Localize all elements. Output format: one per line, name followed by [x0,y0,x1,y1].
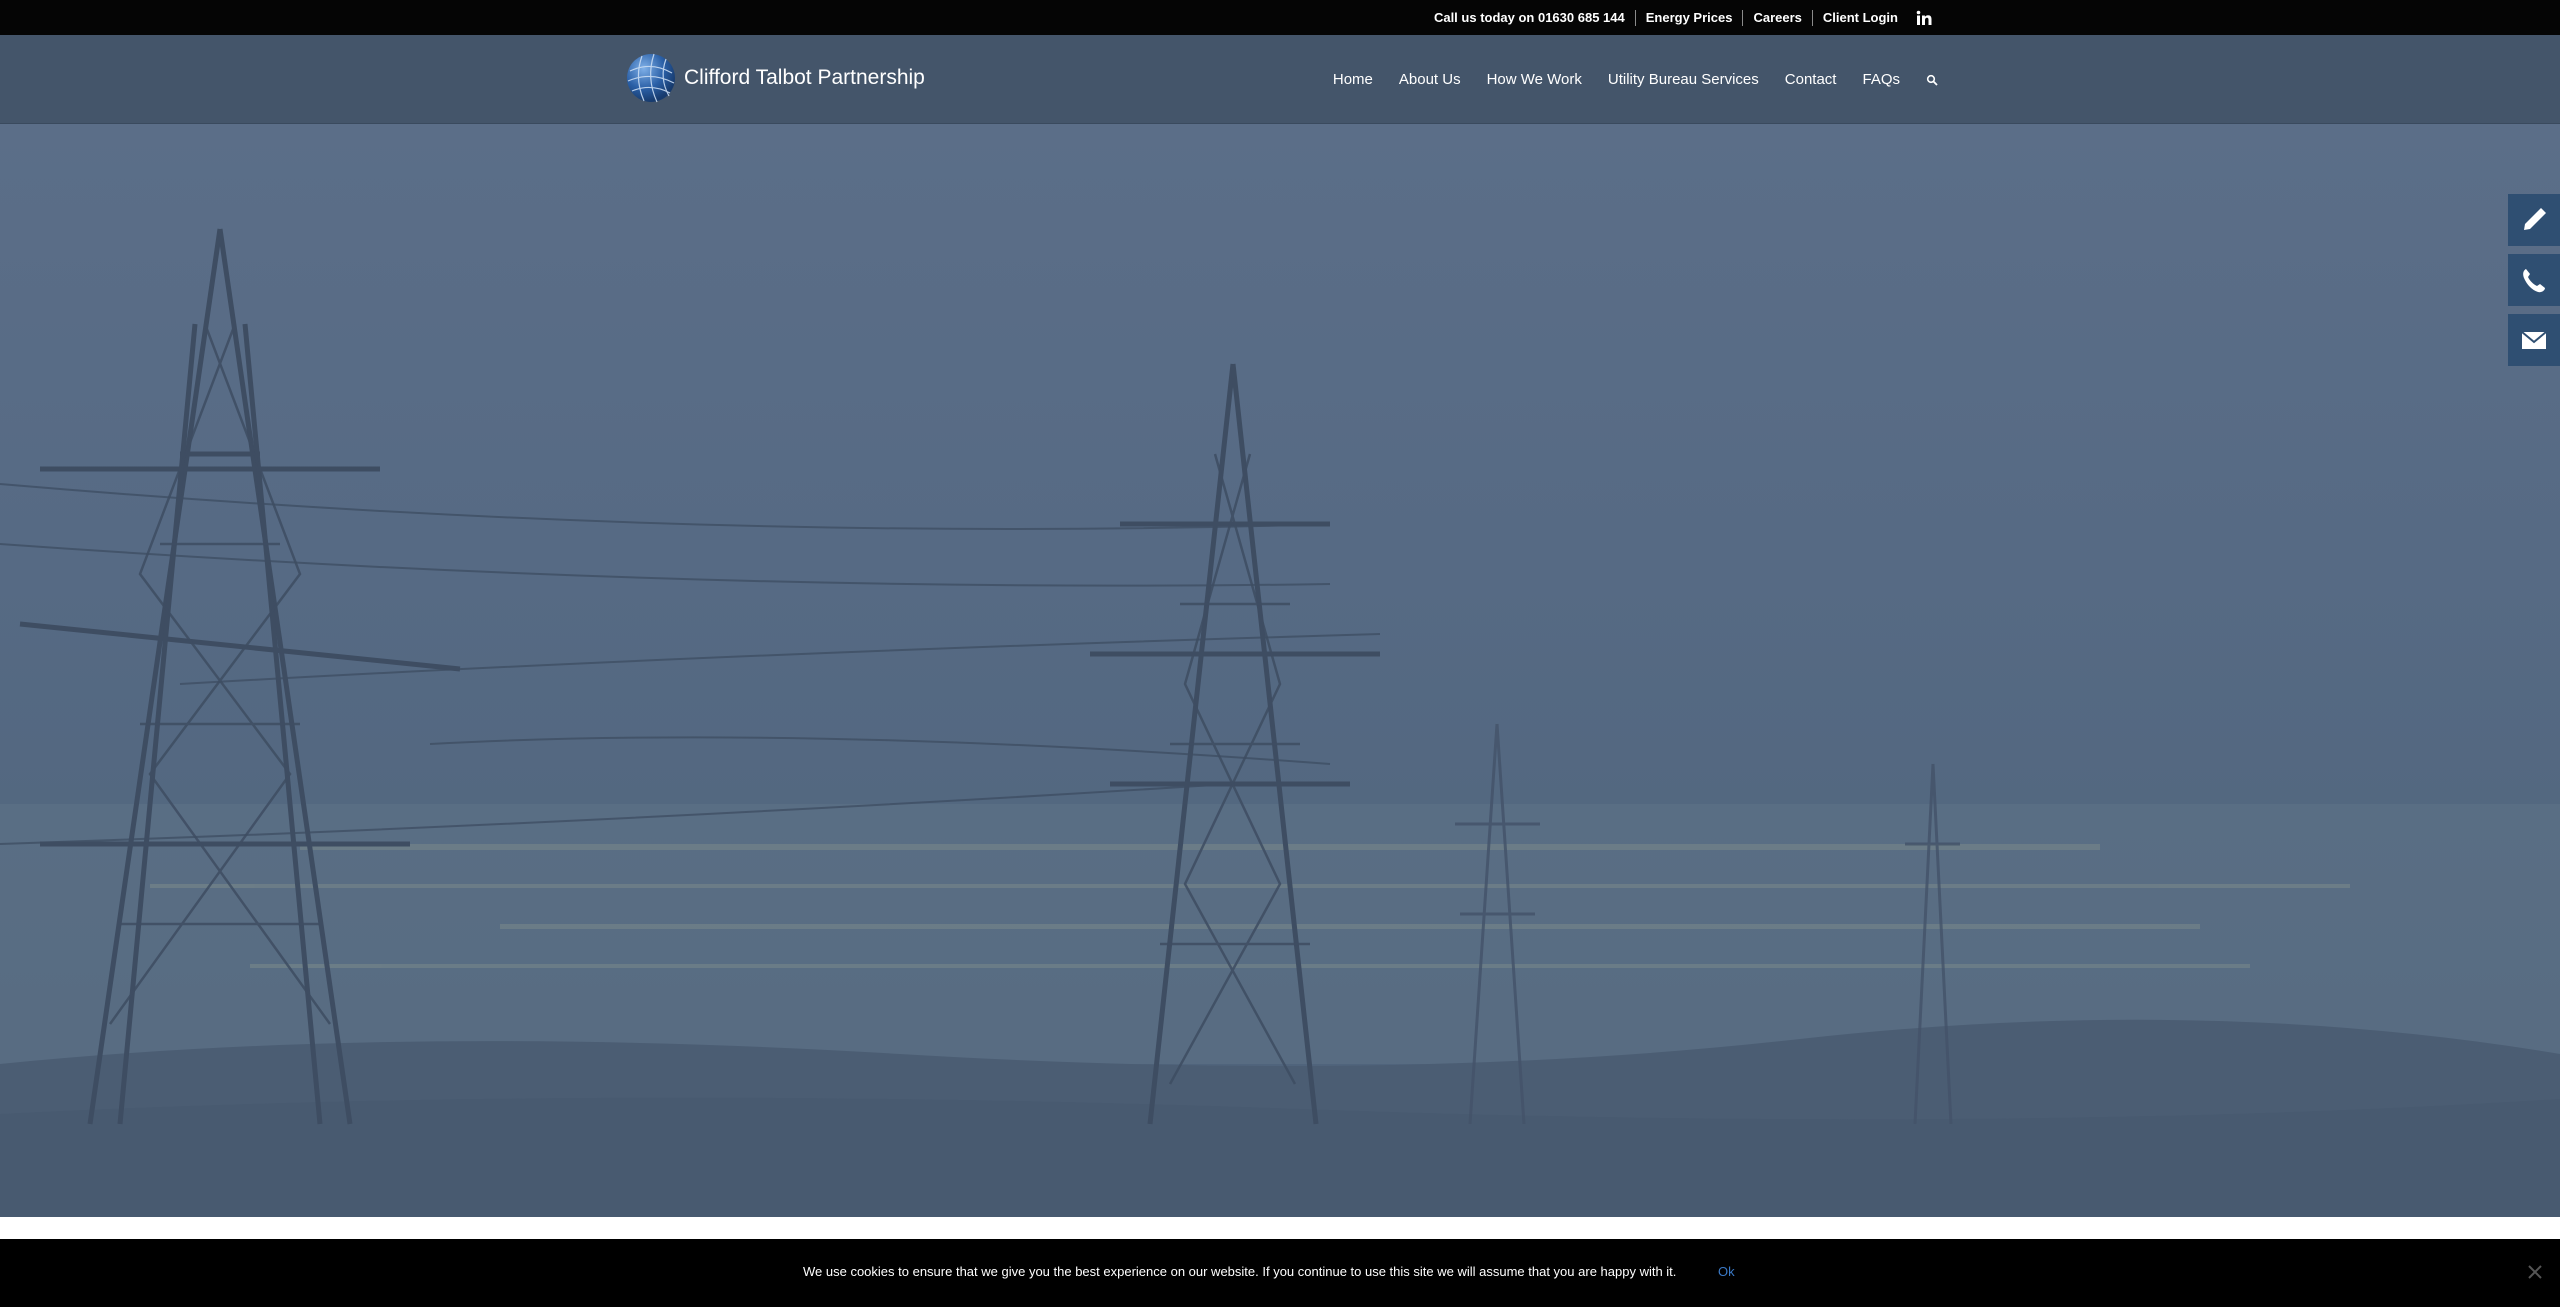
globe-icon [627,53,675,103]
nav-home[interactable]: Home [1333,71,1373,88]
energy-prices-link[interactable]: Energy Prices [1634,9,1743,26]
content-divider [0,1217,2560,1239]
enquiry-button[interactable] [2508,194,2560,246]
phone-icon [2523,269,2545,293]
brand-name: Clifford Talbot Partnership [684,66,925,89]
cookie-notice-bar: We use cookies to ensure that we give yo… [0,1239,2560,1307]
linkedin-icon[interactable] [1916,10,1932,26]
pylons-cityscape-image [0,228,2560,1217]
careers-link[interactable]: Careers [1742,9,1811,26]
search-icon[interactable] [1926,73,1938,86]
top-utility-links: Call us today on 01630 685 144 Energy Pr… [1424,0,1932,35]
nav-utility-bureau-services[interactable]: Utility Bureau Services [1608,71,1759,88]
nav-how-we-work[interactable]: How We Work [1487,71,1582,88]
brand-logo[interactable]: Clifford Talbot Partnership [624,51,925,105]
cookie-message: We use cookies to ensure that we give yo… [803,1264,1677,1279]
nav-faqs[interactable]: FAQs [1862,71,1900,88]
client-login-link[interactable]: Client Login [1811,9,1908,26]
call-button[interactable] [2508,254,2560,306]
mail-icon [2521,331,2547,349]
close-icon[interactable] [2526,1263,2544,1281]
pencil-icon [2524,208,2546,230]
top-utility-bar: Call us today on 01630 685 144 Energy Pr… [0,0,2560,35]
email-button[interactable] [2508,314,2560,366]
nav-about-us[interactable]: About Us [1399,71,1461,88]
nav-contact[interactable]: Contact [1785,71,1837,88]
cookie-ok-button[interactable]: Ok [1718,1264,1735,1279]
phone-text: Call us today on 01630 685 144 [1433,9,1625,25]
main-nav: Home About Us How We Work Utility Bureau… [1333,35,1938,123]
site-header: Clifford Talbot Partnership Home About U… [0,35,2560,124]
hero-banner-image [0,124,2560,1217]
